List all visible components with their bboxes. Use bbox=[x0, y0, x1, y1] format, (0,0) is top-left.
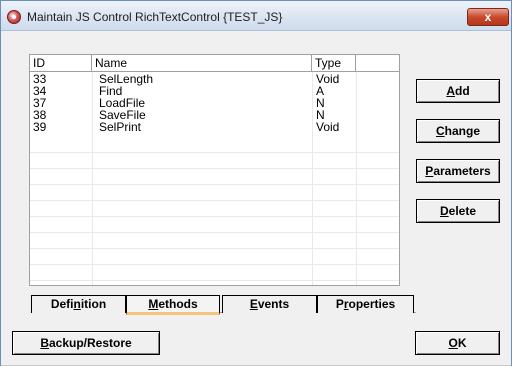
ok-button[interactable]: OK bbox=[415, 331, 500, 355]
tab-properties[interactable]: Properties bbox=[317, 295, 414, 313]
tab-definition[interactable]: Definition bbox=[31, 295, 126, 313]
title-bar[interactable]: Maintain JS Control RichTextControl {TES… bbox=[1, 1, 511, 31]
tab-events[interactable]: Events bbox=[222, 295, 317, 313]
change-button[interactable]: Change bbox=[416, 119, 500, 143]
dialog-window: Maintain JS Control RichTextControl {TES… bbox=[0, 0, 512, 366]
tab-definition-label-post: ition bbox=[80, 297, 107, 311]
grid-line bbox=[30, 216, 399, 217]
tab-methods-mnemonic: M bbox=[148, 297, 159, 311]
tab-properties-label-pre: P bbox=[335, 297, 344, 311]
table-row[interactable]: 38 SaveFile N bbox=[30, 109, 399, 121]
backup-mnemonic: B bbox=[40, 336, 49, 350]
backup-restore-button[interactable]: Backup/Restore bbox=[12, 331, 160, 355]
delete-mnemonic: D bbox=[439, 204, 449, 218]
ok-label: K bbox=[457, 336, 467, 350]
tab-events-label-post: vents bbox=[257, 297, 290, 311]
change-label: hange bbox=[444, 124, 480, 138]
tab-properties-label-post: operties bbox=[348, 297, 396, 311]
tab-events-mnemonic: E bbox=[249, 297, 258, 311]
parameters-button[interactable]: Parameters bbox=[416, 159, 500, 183]
column-header-type[interactable]: Type bbox=[312, 55, 356, 72]
tab-definition-label-pre: Defi bbox=[50, 297, 74, 311]
table-row[interactable]: 34 Find A bbox=[30, 85, 399, 97]
list-header: ID Name Type bbox=[30, 55, 399, 72]
parameters-label: arameters bbox=[433, 164, 491, 178]
grid-line bbox=[30, 248, 399, 249]
methods-list[interactable]: ID Name Type 33 SelLength Void 34 Find A… bbox=[29, 54, 400, 286]
window-title: Maintain JS Control RichTextControl {TES… bbox=[27, 10, 283, 24]
column-header-id[interactable]: ID bbox=[30, 55, 92, 72]
column-header-name[interactable]: Name bbox=[92, 55, 312, 72]
grid-line bbox=[30, 264, 399, 265]
tab-methods[interactable]: Methods bbox=[126, 295, 220, 315]
tab-definition-mnemonic: n bbox=[73, 297, 81, 311]
grid-line bbox=[30, 152, 399, 153]
backup-label: ackup/Restore bbox=[48, 336, 132, 350]
grid-line bbox=[30, 280, 399, 281]
close-button[interactable]: x bbox=[467, 8, 509, 26]
table-row[interactable]: 33 SelLength Void bbox=[30, 73, 399, 85]
grid-line bbox=[30, 184, 399, 185]
tab-methods-label-post: ethods bbox=[158, 297, 198, 311]
delete-button[interactable]: Delete bbox=[416, 199, 500, 223]
change-mnemonic: C bbox=[435, 124, 445, 138]
add-mnemonic: A bbox=[446, 84, 455, 98]
grid-line bbox=[30, 168, 399, 169]
cell-name: SelPrint bbox=[99, 120, 142, 134]
add-label: dd bbox=[455, 84, 470, 98]
close-icon: x bbox=[484, 10, 492, 24]
table-row[interactable]: 39 SelPrint Void bbox=[30, 121, 399, 133]
app-icon bbox=[7, 10, 21, 24]
cell-id: 39 bbox=[33, 120, 47, 134]
add-button[interactable]: Add bbox=[416, 79, 500, 103]
delete-label: elete bbox=[448, 204, 477, 218]
ok-mnemonic: O bbox=[448, 336, 458, 350]
cell-type: Void bbox=[316, 120, 340, 134]
grid-line bbox=[30, 200, 399, 201]
table-row[interactable]: 37 LoadFile N bbox=[30, 97, 399, 109]
grid-line bbox=[30, 232, 399, 233]
